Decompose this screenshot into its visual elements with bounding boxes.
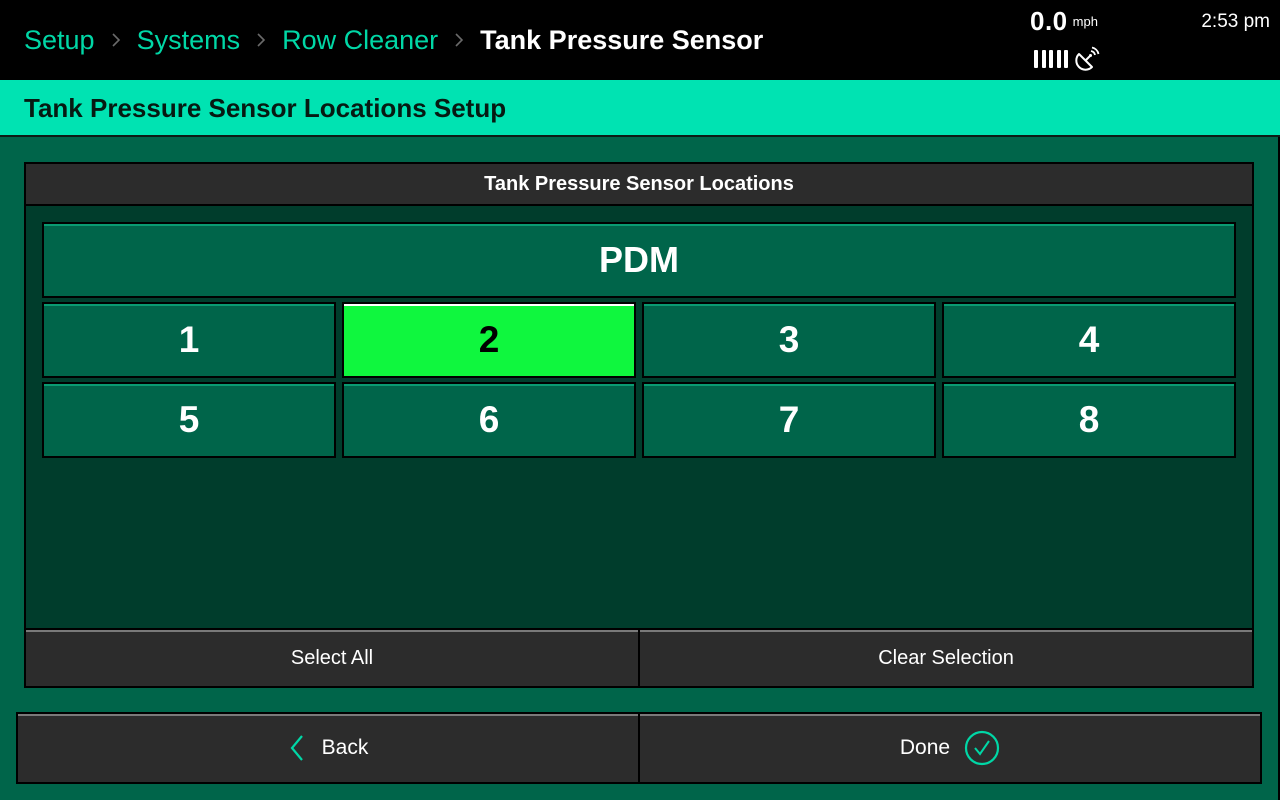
- location-button-1[interactable]: 1: [42, 302, 336, 378]
- signal-bar: [1034, 50, 1038, 68]
- clock: 2:53 pm: [1201, 11, 1270, 32]
- location-button-3[interactable]: 3: [642, 302, 936, 378]
- chevron-left-icon: [290, 735, 303, 761]
- speed-readout: 0.0 mph: [1030, 6, 1098, 37]
- breadcrumb-systems[interactable]: Systems: [137, 25, 241, 56]
- panel-header: Tank Pressure Sensor Locations: [26, 164, 1252, 206]
- chevron-right-icon: [256, 31, 266, 49]
- page-title: Tank Pressure Sensor Locations Setup: [24, 93, 507, 123]
- breadcrumb-current: Tank Pressure Sensor: [480, 24, 764, 55]
- back-button[interactable]: Back: [18, 714, 638, 782]
- chevron-right-icon: [454, 31, 464, 49]
- top-status-bar: Setup Systems Row Cleaner Tank Pressure …: [0, 0, 1280, 80]
- speed-unit: mph: [1072, 14, 1098, 29]
- done-label: Done: [899, 736, 951, 759]
- select-all-button[interactable]: Select All: [26, 630, 638, 686]
- location-button-6[interactable]: 6: [342, 382, 636, 458]
- check-circle-icon: [964, 730, 1000, 766]
- sensor-locations-panel: Tank Pressure Sensor Locations PDM 1234 5…: [24, 162, 1254, 688]
- location-button-4[interactable]: 4: [942, 302, 1236, 378]
- speed-value: 0.0: [1030, 6, 1068, 36]
- location-button-8[interactable]: 8: [942, 382, 1236, 458]
- panel-footer: Select All Clear Selection: [26, 628, 1252, 686]
- signal-bar: [1049, 50, 1053, 68]
- back-label: Back: [321, 736, 369, 759]
- page-title-bar: Tank Pressure Sensor Locations Setup: [0, 80, 1280, 137]
- breadcrumb-setup[interactable]: Setup: [24, 25, 95, 56]
- gps-signal-indicator[interactable]: [1034, 46, 1100, 72]
- breadcrumb-row-cleaner[interactable]: Row Cleaner: [282, 25, 438, 56]
- signal-bar: [1041, 50, 1046, 68]
- signal-bar: [1064, 50, 1068, 68]
- location-button-5[interactable]: 5: [42, 382, 336, 458]
- signal-bar: [1056, 50, 1061, 68]
- breadcrumb: Setup Systems Row Cleaner Tank Pressure …: [24, 22, 763, 58]
- clear-selection-button[interactable]: Clear Selection: [638, 630, 1252, 686]
- done-button[interactable]: Done: [638, 714, 1260, 782]
- chevron-right-icon: [111, 31, 121, 49]
- bottom-navigation: Back Done: [16, 712, 1262, 784]
- pdm-group-button[interactable]: PDM: [42, 222, 1236, 298]
- satellite-dish-icon: [1074, 46, 1099, 71]
- location-button-7[interactable]: 7: [642, 382, 936, 458]
- location-button-2[interactable]: 2: [342, 302, 636, 378]
